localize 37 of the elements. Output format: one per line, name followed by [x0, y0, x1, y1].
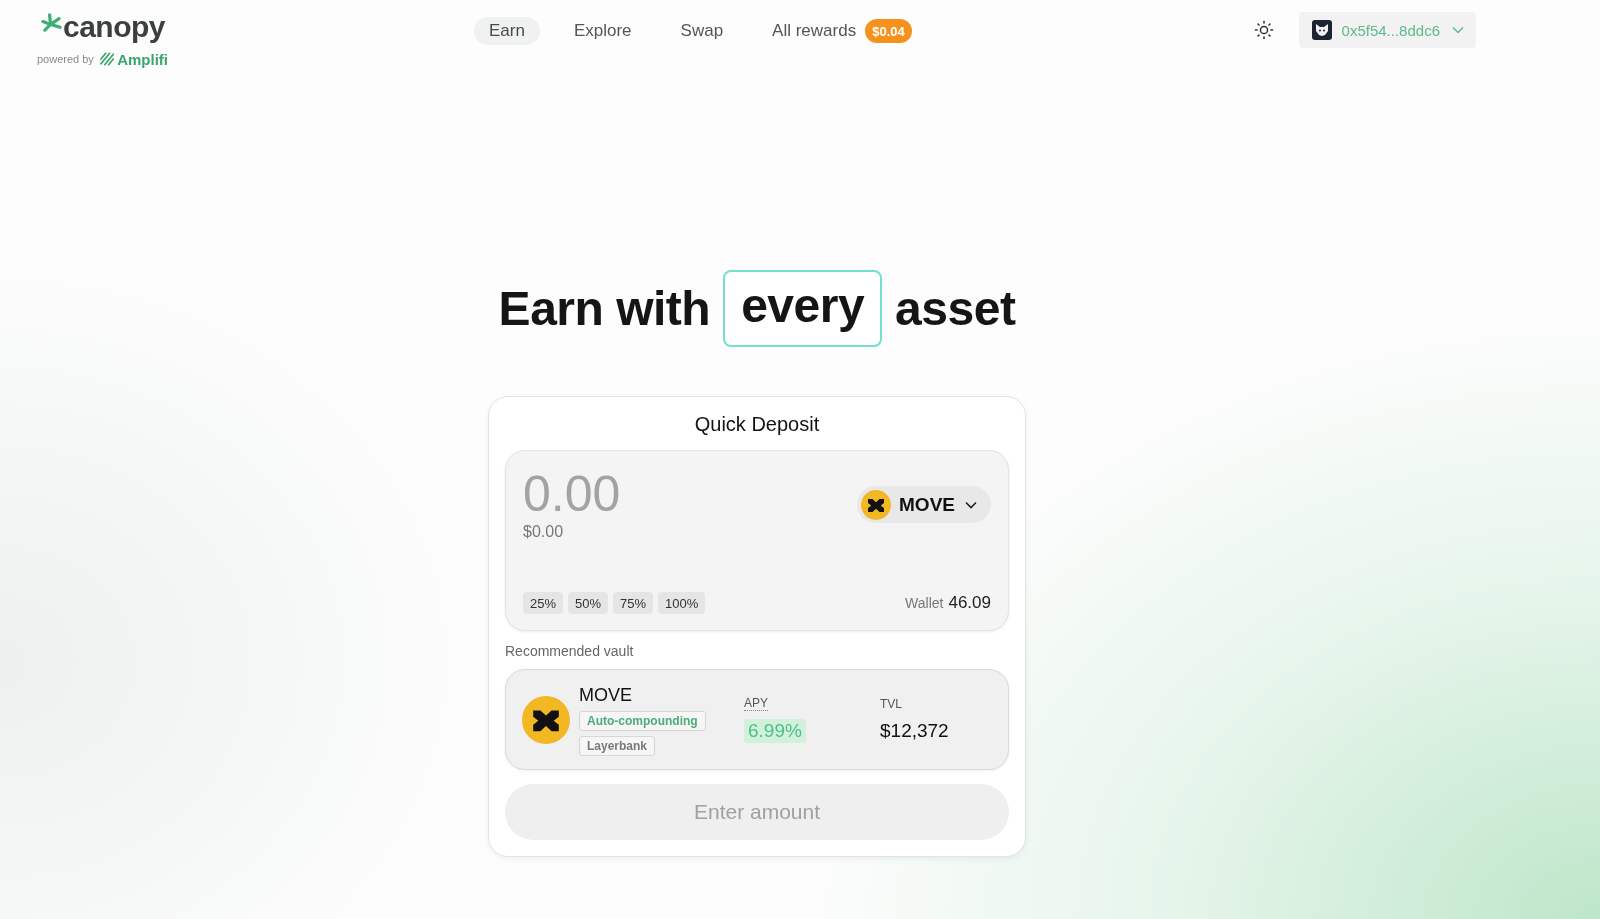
sun-icon[interactable]	[1253, 20, 1274, 40]
logo-wordmark: canopy	[63, 12, 166, 42]
nav-tab[interactable]: Earn	[474, 17, 540, 45]
partner-wordmark: Amplifi	[117, 50, 168, 68]
tvl-value: $12,372	[880, 718, 949, 743]
headline-text: Earn with	[498, 281, 711, 336]
token-selector[interactable]: MOVE	[857, 486, 991, 523]
rewards-badge: $0.04	[865, 19, 912, 43]
chevron-down-icon	[965, 500, 977, 509]
nav-tab[interactable]: Explore	[558, 17, 647, 45]
section-label: Recommended vault	[505, 643, 635, 659]
headline-text: asset	[895, 281, 1016, 336]
vault-tag: Layerbank	[579, 735, 656, 756]
powered-by-text: powered by	[37, 53, 94, 65]
chevron-down-icon	[1452, 26, 1464, 34]
asterisk-logo-icon	[41, 13, 62, 32]
token-icon	[522, 695, 570, 744]
percent-chip[interactable]: 75%	[613, 592, 654, 614]
vault-tag: Auto-compounding	[579, 710, 706, 731]
amount-input[interactable]: 0.00	[523, 466, 783, 522]
percent-chip[interactable]: 100%	[658, 592, 706, 614]
apy-label: APY	[744, 696, 768, 711]
avatar-icon	[1311, 20, 1332, 40]
vault-name: MOVE	[579, 683, 632, 706]
apy-value: 6.99%	[744, 719, 806, 743]
fiat-value: $0.00	[523, 522, 565, 542]
percent-chip[interactable]: 25%	[523, 592, 564, 614]
wallet-label: Wallet	[905, 595, 944, 611]
wallet-balance: 46.09	[948, 593, 991, 613]
highlighted-word: every	[723, 270, 883, 347]
tvl-label: TVL	[880, 696, 902, 711]
nav-tab[interactable]: Swap	[665, 17, 739, 45]
striped-logo-icon	[99, 52, 115, 66]
nav-tab[interactable]: All rewards $0.04	[757, 17, 927, 45]
card-title: Quick Deposit	[693, 412, 821, 437]
token-icon	[861, 489, 892, 520]
percent-chip[interactable]: 50%	[568, 592, 609, 614]
